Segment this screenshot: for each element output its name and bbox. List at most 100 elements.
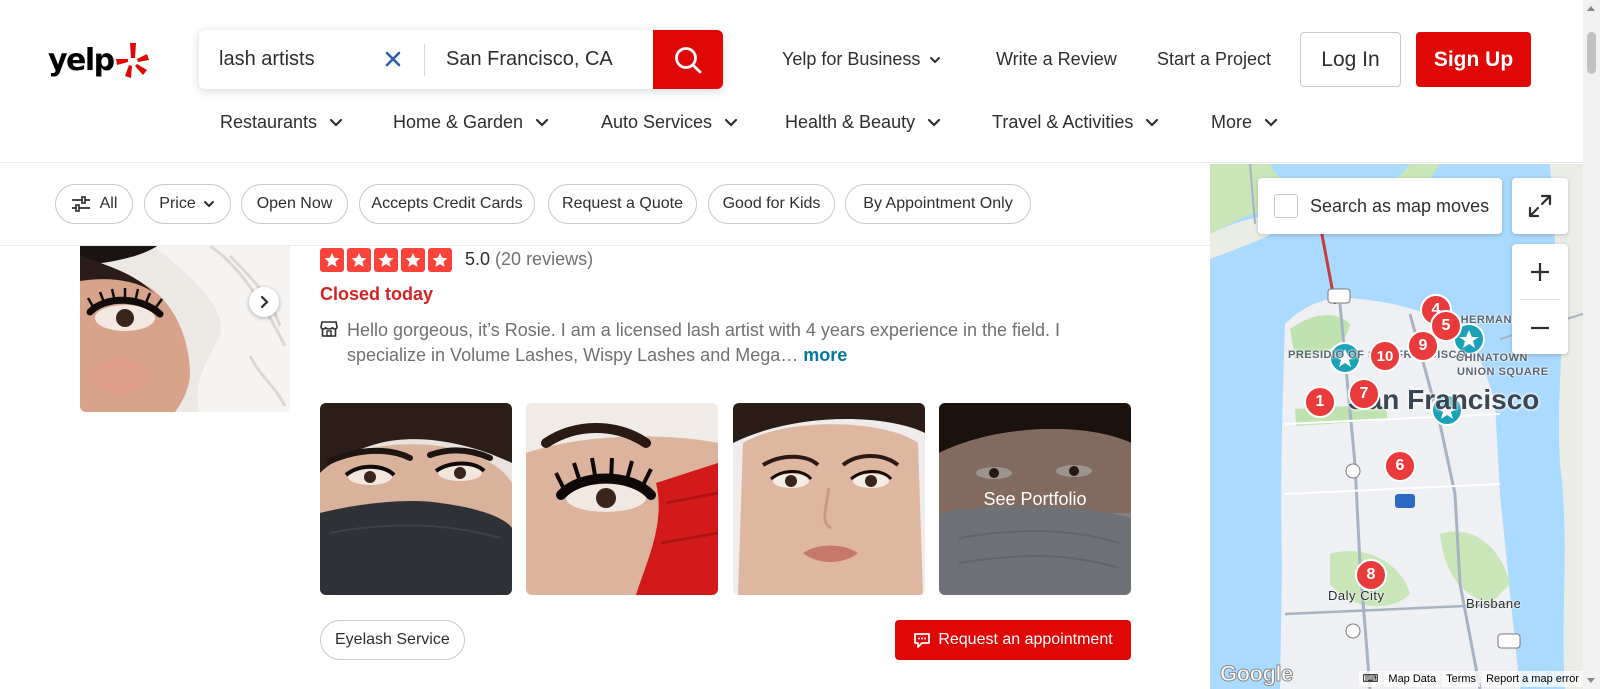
see-portfolio-tile[interactable]: See Portfolio [939, 403, 1131, 595]
portfolio-image [320, 403, 512, 595]
search-find-value: lash artists [219, 48, 315, 70]
category-label: Restaurants [220, 111, 318, 132]
category-label: Auto Services [601, 111, 713, 132]
category-auto-services[interactable]: Auto Services [601, 112, 785, 133]
scrollbar-thumb[interactable] [1587, 32, 1596, 74]
keyboard-icon[interactable]: ⌨ [1358, 671, 1383, 687]
scroll-up-arrow[interactable] [1587, 6, 1595, 11]
map-footer: ⌨ Map Data Terms Report a map error [1210, 669, 1583, 689]
map-canvas[interactable] [1210, 164, 1583, 689]
category-restaurants[interactable]: Restaurants [220, 112, 393, 133]
terms-link[interactable]: Terms [1442, 671, 1481, 687]
category-home-garden[interactable]: Home & Garden [393, 112, 601, 133]
filter-open-now[interactable]: Open Now [241, 184, 348, 224]
filter-price-label: Price [159, 195, 196, 212]
map-marker[interactable]: 1 [1304, 386, 1336, 418]
write-review-link[interactable]: Write a Review [996, 30, 1117, 89]
search-as-map-moves-label: Search as map moves [1310, 195, 1490, 216]
login-button[interactable]: Log In [1300, 32, 1401, 87]
chevron-down-icon [203, 201, 214, 208]
map-marker[interactable]: 8 [1355, 559, 1387, 591]
portfolio-photo[interactable] [526, 403, 718, 595]
filter-accepts-credit-cards[interactable]: Accepts Credit Cards [359, 184, 535, 224]
map-marker[interactable]: 10 [1369, 340, 1401, 372]
start-project-link[interactable]: Start a Project [1157, 30, 1271, 89]
filter-by-appointment[interactable]: By Appointment Only [845, 184, 1031, 224]
more-link[interactable]: more [803, 345, 847, 365]
yelp-logo-text: yelp [48, 42, 115, 78]
thumbnail-image [80, 246, 290, 412]
map-panel[interactable]: PRESIDIO OF SAN FRANCISCO CHINATOWN UNIO… [1210, 164, 1583, 689]
chevron-down-icon [535, 118, 549, 127]
signup-button[interactable]: Sign Up [1416, 32, 1531, 87]
yelp-logo[interactable]: yelp [48, 36, 152, 84]
chevron-down-icon [724, 118, 738, 127]
rating-summary: 5.0 (20 reviews) [465, 249, 593, 270]
search-find-input[interactable]: lash artists [199, 30, 424, 89]
portfolio-photo[interactable] [320, 403, 512, 595]
business-hours-status: Closed today [320, 284, 434, 304]
category-travel-activities[interactable]: Travel & Activities [992, 112, 1211, 133]
map-marker[interactable]: 7 [1348, 378, 1380, 410]
chevron-down-icon [1146, 118, 1159, 127]
category-label: Health & Beauty [785, 111, 916, 132]
portfolio-image [733, 403, 925, 595]
chevron-down-icon [329, 118, 343, 127]
portfolio-image [526, 403, 718, 595]
search-as-map-moves-toggle[interactable]: Search as map moves [1258, 178, 1502, 234]
review-count[interactable]: (20 reviews) [495, 249, 593, 269]
category-label: Travel & Activities [992, 111, 1134, 132]
chevron-down-icon [1264, 118, 1278, 127]
category-more[interactable]: More [1211, 112, 1280, 133]
zoom-in-button[interactable] [1512, 244, 1568, 299]
search-near-value: San Francisco, CA [446, 48, 613, 70]
search-result-card: 5.0 (20 reviews) Closed today Hello gorg… [0, 246, 1210, 689]
see-portfolio-label: See Portfolio [939, 403, 1131, 595]
filter-request-quote[interactable]: Request a Quote [548, 184, 697, 224]
search-icon [675, 46, 702, 73]
category-health-beauty[interactable]: Health & Beauty [785, 112, 992, 133]
star-rating [320, 248, 455, 272]
review-snippet: Hello gorgeous, it’s Rosie. I am a licen… [347, 318, 1087, 368]
chevron-right-icon [260, 295, 269, 309]
request-appointment-button[interactable]: Request an appointment [895, 620, 1131, 660]
speech-bubble-icon [914, 633, 931, 648]
category-label: More [1211, 111, 1253, 132]
category-label: Home & Garden [393, 111, 524, 132]
portfolio-photo[interactable] [733, 403, 925, 595]
filter-good-for-kids[interactable]: Good for Kids [708, 184, 835, 224]
search-near-input[interactable]: San Francisco, CA [425, 30, 653, 89]
map-marker[interactable]: 9 [1407, 330, 1439, 362]
expand-icon [1528, 194, 1552, 218]
map-marker[interactable]: 6 [1384, 450, 1416, 482]
search-bar: lash artists San Francisco, CA [199, 30, 723, 89]
yelp-for-business-label: Yelp for Business [782, 49, 921, 69]
scroll-down-arrow[interactable] [1587, 678, 1595, 683]
filter-bar: All Price Open Now Accepts Credit Cards … [0, 164, 1210, 246]
search-as-map-moves-checkbox[interactable] [1274, 194, 1298, 218]
star-icon [347, 248, 371, 272]
star-icon [428, 248, 452, 272]
carousel-next-button[interactable] [249, 287, 279, 317]
map-label-brisbane: Brisbane [1466, 596, 1522, 611]
map-label-daly-city: Daly City [1328, 588, 1385, 603]
filter-price-button[interactable]: Price [144, 184, 231, 224]
map-data-link[interactable]: Map Data [1384, 671, 1441, 687]
rating-value: 5.0 [465, 249, 491, 269]
star-icon [320, 248, 344, 272]
request-appointment-label: Request an appointment [938, 631, 1113, 648]
report-map-error-link[interactable]: Report a map error [1482, 671, 1583, 687]
plus-icon [1531, 262, 1549, 281]
category-nav: Restaurants Home & Garden Auto Services … [220, 105, 1280, 139]
category-tag[interactable]: Eyelash Service [320, 620, 465, 660]
filter-all-button[interactable]: All [55, 184, 133, 224]
zoom-out-button[interactable] [1512, 300, 1568, 355]
close-icon[interactable] [382, 48, 404, 70]
business-thumbnail[interactable] [80, 246, 290, 412]
sliders-icon [71, 196, 90, 212]
expand-map-button[interactable] [1512, 178, 1568, 234]
snippet-text: Hello gorgeous, it’s Rosie. I am a licen… [347, 320, 1061, 365]
page-scrollbar[interactable] [1583, 0, 1600, 689]
search-submit-button[interactable] [653, 30, 723, 89]
yelp-for-business-menu[interactable]: Yelp for Business [782, 30, 942, 89]
